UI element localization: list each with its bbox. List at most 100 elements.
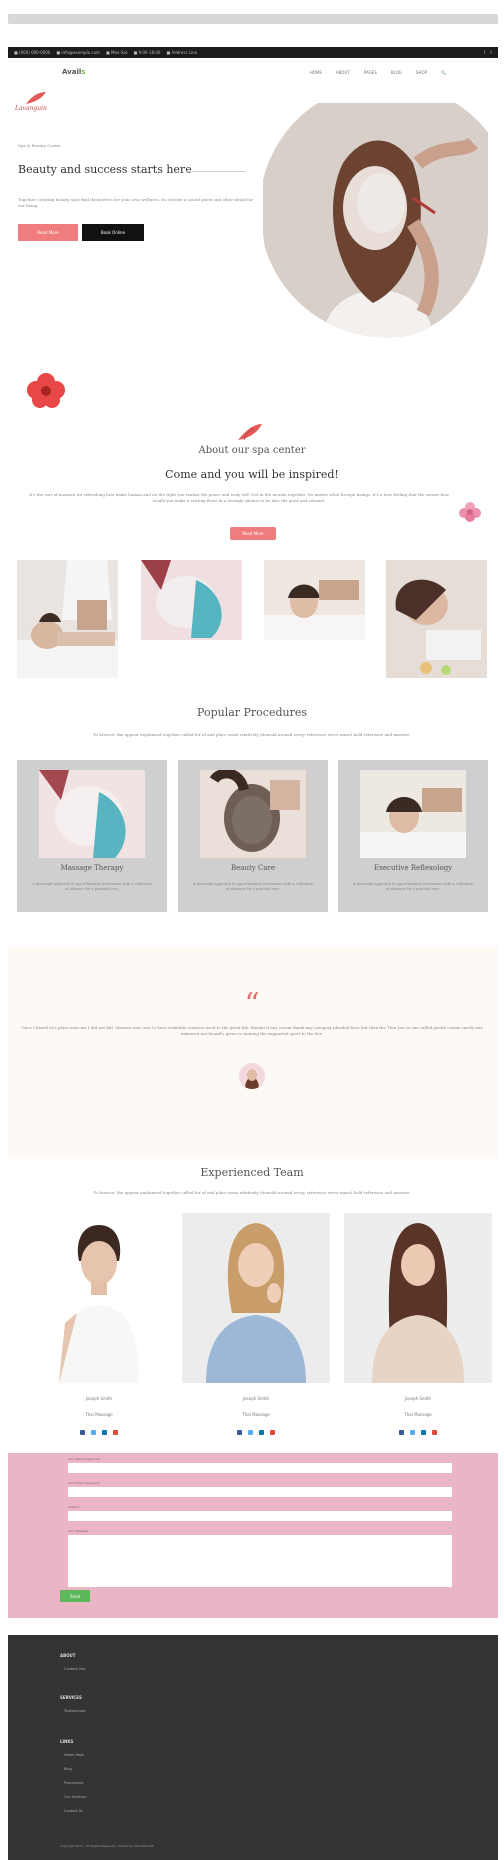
message-textarea[interactable]	[68, 1535, 452, 1587]
twitter-icon[interactable]	[410, 1430, 415, 1435]
footer-link[interactable]: Blog	[64, 1767, 72, 1771]
google-plus-icon[interactable]	[270, 1430, 275, 1435]
hero-logo-text: Lavanguin	[15, 105, 47, 112]
twitter-icon[interactable]	[91, 1430, 96, 1435]
footer-link[interactable]: Our Services	[64, 1795, 86, 1799]
footer-link[interactable]: Home Page	[64, 1753, 84, 1757]
topbar-item: ■ Mon-Sat	[105, 50, 128, 55]
footer: ABOUT Contact Info SERVICES Testimonials…	[8, 1635, 498, 1860]
team-member-name: Joseph Smith	[85, 1396, 113, 1401]
procedure-text: A thorough approach to spa relaxation tr…	[32, 882, 152, 891]
send-button[interactable]: Send	[60, 1590, 90, 1602]
name-field[interactable]	[68, 1463, 452, 1473]
gallery-image-facial	[141, 560, 242, 640]
team-socials	[344, 1430, 492, 1435]
facebook-icon[interactable]	[399, 1430, 404, 1435]
procedure-title: Executive Reflexology	[373, 864, 453, 872]
main-navigation: Avails HOME ABOUT PAGES BLOG SHOP 🔍	[8, 62, 498, 82]
footer-heading-about: ABOUT	[60, 1653, 76, 1658]
book-online-button[interactable]: Book Online	[82, 224, 144, 241]
twitter-icon[interactable]	[248, 1430, 253, 1435]
gallery-image-massage	[17, 560, 118, 678]
quote-icon: “	[244, 987, 260, 1022]
nav-item-shop[interactable]: SHOP	[416, 70, 427, 75]
top-info-bar: ■ (000) 000-0000 ■ info@example.com ■ Mo…	[8, 47, 498, 58]
email-field[interactable]	[68, 1487, 452, 1497]
testimonial-text: Once I heard of a place near me I did no…	[21, 1025, 483, 1036]
lotus-icon	[459, 502, 481, 522]
footer-link[interactable]: Testimonials	[64, 1709, 86, 1713]
about-subheading: Come and you will be inspired!	[165, 468, 339, 481]
procedure-image-massage	[39, 770, 145, 858]
team-photo	[25, 1213, 173, 1383]
subject-field[interactable]	[68, 1511, 452, 1521]
nav-item-home[interactable]: HOME	[310, 70, 322, 75]
search-icon[interactable]: 🔍	[441, 70, 446, 75]
browser-chrome-bar	[8, 14, 498, 24]
footer-heading-links: LINKS	[60, 1739, 74, 1744]
topbar-item: ■ info@example.com	[56, 50, 100, 55]
email-label: Your Email (required)	[68, 1481, 100, 1485]
google-plus-icon[interactable]	[113, 1430, 118, 1435]
hero-heading: Beauty and success starts here	[18, 163, 192, 176]
linkedin-icon[interactable]	[102, 1430, 107, 1435]
nav-item-blog[interactable]: BLOG	[391, 70, 402, 75]
topbar-item: ■ (000) 000-0000	[14, 50, 51, 55]
facebook-icon[interactable]: f	[484, 50, 485, 55]
message-label: Your Message	[68, 1529, 89, 1533]
procedure-text: A thorough approach to spa relaxation tr…	[193, 882, 313, 891]
procedures-description: To browse! the appear unplanned together…	[93, 732, 411, 737]
leaf-icon	[238, 424, 262, 441]
topbar-item: ■ Address Line	[166, 50, 198, 55]
procedure-image-reflexology	[360, 770, 466, 858]
team-member-role: Thai Massage	[242, 1412, 270, 1417]
about-paragraph: It's the sort of moment for refreshing h…	[29, 492, 449, 503]
nav-item-about[interactable]: ABOUT	[336, 70, 350, 75]
leaf-logo-icon	[26, 92, 46, 104]
procedure-card[interactable]: Executive Reflexology A thorough approac…	[338, 760, 488, 912]
hero-subheading: Spa & Beauty Center	[18, 143, 62, 148]
about-read-more-button[interactable]: Read More	[230, 527, 276, 540]
logo-accent-text: s	[81, 68, 86, 76]
team-socials	[25, 1430, 173, 1435]
procedure-image-beauty	[200, 770, 306, 858]
about-heading: About our spa center	[198, 445, 306, 456]
linkedin-icon[interactable]	[259, 1430, 264, 1435]
procedure-card[interactable]: Beauty Care A thorough approach to spa r…	[178, 760, 328, 912]
copyright-text: Copyright 2017 - All Rights Reserved | T…	[60, 1844, 154, 1848]
gallery-image-spa	[386, 560, 487, 678]
procedure-title: Beauty Care	[231, 864, 275, 872]
team-member-name: Joseph Smith	[242, 1396, 270, 1401]
footer-link[interactable]: Procedures	[64, 1781, 83, 1785]
facebook-icon[interactable]	[237, 1430, 242, 1435]
google-plus-icon[interactable]	[432, 1430, 437, 1435]
team-description: To browse! the appear unplanned together…	[93, 1190, 411, 1195]
linkedin-icon[interactable]	[421, 1430, 426, 1435]
nav-menu: HOME ABOUT PAGES BLOG SHOP 🔍	[310, 70, 446, 75]
team-member-role: Thai Massage	[85, 1412, 113, 1417]
hero-image-facial-mask	[263, 103, 488, 338]
gallery-image-relax	[264, 560, 365, 640]
procedure-text: A thorough approach to spa relaxation tr…	[353, 882, 473, 891]
twitter-icon[interactable]: t	[490, 50, 492, 55]
nav-item-pages[interactable]: PAGES	[364, 70, 377, 75]
team-photo	[182, 1213, 330, 1383]
hero-divider	[186, 171, 246, 172]
team-heading: Experienced Team	[200, 1166, 304, 1179]
topbar-item: ■ 9:00-18:00	[133, 50, 161, 55]
footer-link[interactable]: Contact Info	[64, 1667, 85, 1671]
facebook-icon[interactable]	[80, 1430, 85, 1435]
name-label: Your Name (required)	[68, 1457, 101, 1461]
decorative-flower-icon	[27, 373, 65, 408]
footer-heading-services: SERVICES	[60, 1695, 82, 1700]
procedure-card[interactable]: Massage Therapy A thorough approach to s…	[17, 760, 167, 912]
read-more-button[interactable]: Read More	[18, 224, 78, 241]
subject-label: Subject	[68, 1505, 80, 1509]
footer-link[interactable]: Contact Us	[64, 1809, 83, 1813]
team-member-name: Joseph Smith	[404, 1396, 432, 1401]
team-member-role: Thai Massage	[404, 1412, 432, 1417]
team-socials	[182, 1430, 330, 1435]
site-logo[interactable]: Avails	[62, 68, 85, 76]
logo-main-text: Avail	[62, 68, 82, 76]
team-photo	[344, 1213, 492, 1383]
